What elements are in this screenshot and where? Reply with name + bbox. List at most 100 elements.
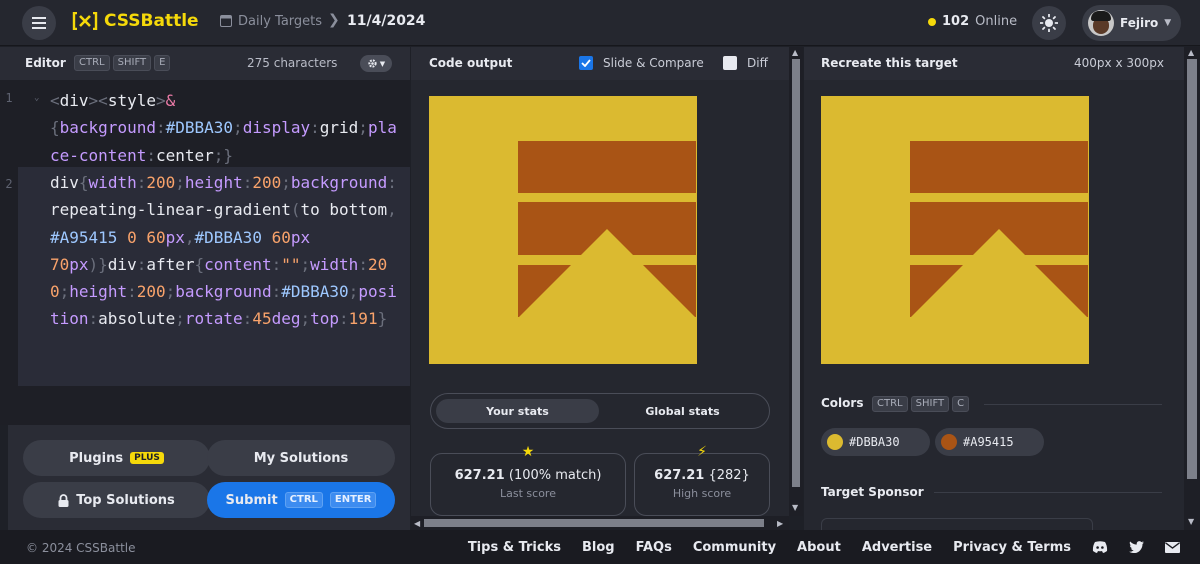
divider bbox=[934, 492, 1162, 493]
hamburger-icon bbox=[32, 17, 46, 29]
breadcrumb-date: 11/4/2024 bbox=[347, 13, 426, 29]
kbd-key: SHIFT bbox=[910, 396, 950, 412]
online-label: Online bbox=[975, 14, 1018, 29]
kbd-key: CTRL bbox=[872, 396, 908, 412]
scroll-up-icon[interactable]: ▲ bbox=[1188, 48, 1194, 57]
output-preview[interactable] bbox=[429, 96, 697, 364]
color-hex: #A95415 bbox=[963, 435, 1014, 449]
plus-badge: PLUS bbox=[130, 452, 164, 464]
target-header: Recreate this target 400px x 300px bbox=[804, 47, 1184, 80]
color-dot bbox=[827, 434, 843, 450]
twitter-icon[interactable] bbox=[1128, 540, 1144, 554]
vertical-scrollbar[interactable]: ▲ ▼ bbox=[789, 47, 803, 516]
avatar bbox=[1088, 10, 1114, 36]
target-image bbox=[821, 96, 1089, 364]
last-score-value: 627.21 bbox=[454, 468, 505, 483]
kbd-key: ENTER bbox=[329, 492, 377, 508]
lightning-icon: ⚡ bbox=[697, 444, 707, 460]
slide-compare-label[interactable]: Slide & Compare bbox=[603, 56, 704, 70]
footer-link-advertise[interactable]: Advertise bbox=[862, 540, 932, 555]
kbd-key: SHIFT bbox=[112, 55, 152, 71]
checkmark-icon bbox=[581, 59, 591, 67]
tab-global-stats[interactable]: Global stats bbox=[601, 399, 764, 423]
scroll-up-icon[interactable]: ▲ bbox=[792, 48, 798, 57]
submit-label: Submit bbox=[225, 492, 278, 508]
output-art bbox=[429, 96, 697, 364]
code-editor[interactable]: 1 ⌄ 2 <div><style>& {background:#DBBA30;… bbox=[0, 80, 410, 425]
top-solutions-label: Top Solutions bbox=[76, 492, 175, 508]
tab-your-stats[interactable]: Your stats bbox=[436, 399, 599, 423]
footer: © 2024 CSSBattle Tips & Tricks Blog FAQs… bbox=[0, 530, 1200, 564]
color-swatch[interactable]: #DBBA30 bbox=[821, 428, 930, 456]
online-count: 102 bbox=[942, 14, 970, 29]
footer-link-community[interactable]: Community bbox=[693, 540, 776, 555]
discord-icon[interactable] bbox=[1092, 540, 1108, 554]
sun-icon bbox=[1040, 14, 1058, 32]
target-art bbox=[821, 96, 1089, 364]
online-status: 102 Online bbox=[928, 14, 1017, 29]
colors-shortcut: CTRL SHIFT C bbox=[872, 396, 970, 412]
submit-button[interactable]: Submit CTRL ENTER bbox=[207, 482, 395, 518]
theme-toggle-button[interactable] bbox=[1032, 6, 1066, 40]
breadcrumb-daily-targets[interactable]: Daily Targets bbox=[238, 14, 322, 29]
code-line-2: div{width:200;height:200;background:repe… bbox=[50, 173, 397, 329]
calendar-icon bbox=[220, 15, 232, 27]
mail-icon[interactable] bbox=[1164, 540, 1180, 554]
slide-compare-checkbox[interactable] bbox=[579, 56, 593, 70]
editor-header: Editor CTRL SHIFT E 275 characters ▼ bbox=[0, 47, 410, 80]
scroll-down-icon[interactable]: ▼ bbox=[792, 503, 798, 512]
scrollbar-thumb[interactable] bbox=[1187, 59, 1197, 479]
footer-link-blog[interactable]: Blog bbox=[582, 540, 615, 555]
stats-toggle: Your stats Global stats bbox=[430, 393, 770, 429]
scrollbar-thumb[interactable] bbox=[424, 519, 764, 527]
scroll-right-icon[interactable]: ▶ bbox=[777, 519, 783, 528]
last-score: 627.21 (100% match) bbox=[431, 468, 625, 483]
menu-button[interactable] bbox=[22, 6, 56, 40]
fold-chevron-icon[interactable]: ⌄ bbox=[34, 85, 39, 112]
diff-label[interactable]: Diff bbox=[747, 56, 768, 70]
footer-link-faqs[interactable]: FAQs bbox=[636, 540, 672, 555]
sponsor-title: Target Sponsor bbox=[821, 485, 924, 499]
scroll-down-icon[interactable]: ▼ bbox=[1188, 517, 1194, 526]
high-score: 627.21 {282} bbox=[635, 468, 769, 483]
top-bar: CSSBattle Daily Targets ❯ 11/4/2024 102 … bbox=[0, 0, 1200, 46]
last-score-card: ★ 627.21 (100% match) Last score bbox=[430, 444, 626, 516]
footer-link-privacy[interactable]: Privacy & Terms bbox=[953, 540, 1071, 555]
user-menu-button[interactable]: Fejiro ▼ bbox=[1082, 5, 1181, 41]
star-icon: ★ bbox=[521, 444, 535, 460]
character-count: 275 characters bbox=[247, 56, 338, 70]
footer-links: Tips & Tricks Blog FAQs Community About … bbox=[468, 530, 1200, 564]
plugins-label: Plugins bbox=[69, 450, 124, 466]
logo[interactable]: CSSBattle bbox=[72, 11, 199, 31]
editor-actions-panel: Plugins PLUS My Solutions Top Solutions … bbox=[8, 425, 410, 532]
target-panel: Colors CTRL SHIFT C #DBBA30 #A95415 Targ… bbox=[804, 80, 1184, 530]
horizontal-scrollbar[interactable]: ◀ ▶ bbox=[411, 516, 789, 530]
scrollbar-thumb[interactable] bbox=[792, 59, 800, 487]
color-swatch[interactable]: #A95415 bbox=[935, 428, 1044, 456]
last-score-match: (100% match) bbox=[508, 468, 602, 483]
kbd-key: CTRL bbox=[284, 492, 323, 508]
code-output-title: Code output bbox=[429, 56, 513, 70]
chevron-down-icon: ▼ bbox=[379, 59, 386, 68]
footer-link-tips[interactable]: Tips & Tricks bbox=[468, 540, 561, 555]
diff-checkbox[interactable] bbox=[723, 56, 737, 70]
top-solutions-button[interactable]: Top Solutions bbox=[23, 482, 210, 518]
high-score-rank: {282} bbox=[708, 468, 750, 483]
copyright: © 2024 CSSBattle bbox=[26, 541, 136, 555]
high-score-value: 627.21 bbox=[654, 468, 705, 483]
last-score-label: Last score bbox=[500, 487, 556, 500]
my-solutions-button[interactable]: My Solutions bbox=[207, 440, 395, 476]
plugins-button[interactable]: Plugins PLUS bbox=[23, 440, 210, 476]
editor-title: Editor bbox=[25, 56, 66, 70]
editor-settings-button[interactable]: ▼ bbox=[360, 55, 392, 72]
footer-link-about[interactable]: About bbox=[797, 540, 841, 555]
code-line-1: <div><style>& {background:#DBBA30;displa… bbox=[50, 91, 397, 165]
logo-text: CSSBattle bbox=[104, 11, 199, 31]
gear-icon bbox=[368, 59, 377, 68]
breadcrumb-chevron-icon: ❯ bbox=[328, 12, 340, 28]
user-name: Fejiro bbox=[1120, 16, 1159, 30]
page-scrollbar[interactable]: ▲ ▼ bbox=[1184, 47, 1200, 530]
scroll-left-icon[interactable]: ◀ bbox=[414, 519, 420, 528]
code-output-panel: Your stats Global stats ★ 627.21 (100% m… bbox=[411, 80, 789, 516]
sponsor-card[interactable] bbox=[821, 518, 1093, 530]
